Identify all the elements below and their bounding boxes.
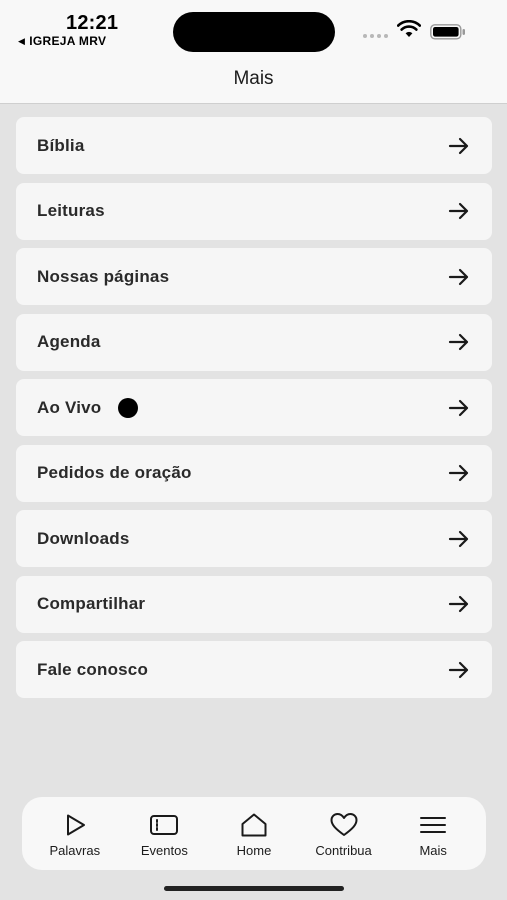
arrow-right-icon	[448, 268, 470, 286]
back-to-app-button[interactable]: ◀ IGREJA MRV	[18, 34, 106, 48]
menu-item-label: Fale conosco	[37, 659, 149, 679]
arrow-right-icon	[448, 530, 470, 548]
menu-icon	[419, 811, 447, 839]
status-time: 12:21	[66, 12, 119, 34]
menu-item-nossas-paginas[interactable]: Nossas páginas	[16, 248, 492, 305]
cellular-signal-icon	[363, 34, 388, 38]
menu-item-label: Leituras	[37, 201, 105, 220]
arrow-right-icon	[448, 464, 470, 482]
menu-item-label: Ao Vivo	[37, 397, 102, 417]
top-bar: 12:21 ◀ IGREJA MRV Mais	[0, 0, 507, 104]
live-indicator-dot	[118, 397, 139, 418]
menu-item-biblia[interactable]: Bíblia	[16, 117, 492, 174]
dynamic-island	[173, 12, 335, 52]
tab-label: Eventos	[140, 843, 188, 858]
menu-item-label: Downloads	[37, 528, 130, 548]
menu-item-label: Bíblia	[37, 135, 85, 155]
tab-label: Home	[236, 843, 272, 858]
menu-item-compartilhar[interactable]: Compartilhar	[16, 575, 492, 633]
tab-palavras[interactable]: Palavras	[30, 797, 120, 870]
home-icon	[239, 811, 269, 839]
tab-label: Palavras	[49, 843, 101, 858]
menu-item-label: Nossas páginas	[37, 266, 170, 286]
menu-item-downloads[interactable]: Downloads	[16, 510, 492, 567]
ticket-icon	[149, 811, 179, 839]
menu-item-fale-conosco[interactable]: Fale conosco	[16, 641, 492, 698]
home-indicator[interactable]	[164, 886, 344, 891]
play-icon	[62, 811, 88, 839]
tab-label: Contribua	[315, 843, 372, 858]
menu-item-label: Compartilhar	[37, 594, 146, 613]
arrow-right-icon	[448, 399, 470, 417]
menu-item-leituras[interactable]: Leituras	[16, 182, 492, 240]
wifi-icon	[396, 19, 422, 43]
arrow-right-icon	[448, 661, 470, 679]
tab-contribua[interactable]: Contribua	[299, 797, 389, 870]
arrow-right-icon	[448, 202, 470, 220]
tab-home[interactable]: Home	[209, 797, 299, 870]
back-app-label: IGREJA MRV	[29, 34, 107, 48]
bottom-tab-bar: Palavras Eventos Home Contribua Mais	[22, 797, 486, 870]
arrow-right-icon	[448, 137, 470, 155]
tab-mais[interactable]: Mais	[388, 797, 478, 870]
menu-item-pedidos-de-oracao[interactable]: Pedidos de oração	[16, 444, 492, 502]
tab-label: Mais	[419, 843, 447, 858]
arrow-right-icon	[448, 333, 470, 351]
battery-icon	[430, 24, 466, 45]
tab-eventos[interactable]: Eventos	[120, 797, 210, 870]
heart-icon	[329, 811, 359, 839]
menu-item-label: Agenda	[37, 332, 101, 351]
menu-item-label: Pedidos de oração	[37, 463, 192, 482]
menu-item-ao-vivo[interactable]: Ao Vivo	[16, 379, 492, 436]
back-triangle-icon: ◀	[18, 35, 26, 46]
arrow-right-icon	[448, 595, 470, 613]
more-menu-list: Bíblia Leituras Nossas páginas Agenda Ao…	[16, 117, 492, 707]
page-title: Mais	[233, 68, 274, 89]
menu-item-agenda[interactable]: Agenda	[16, 313, 492, 371]
